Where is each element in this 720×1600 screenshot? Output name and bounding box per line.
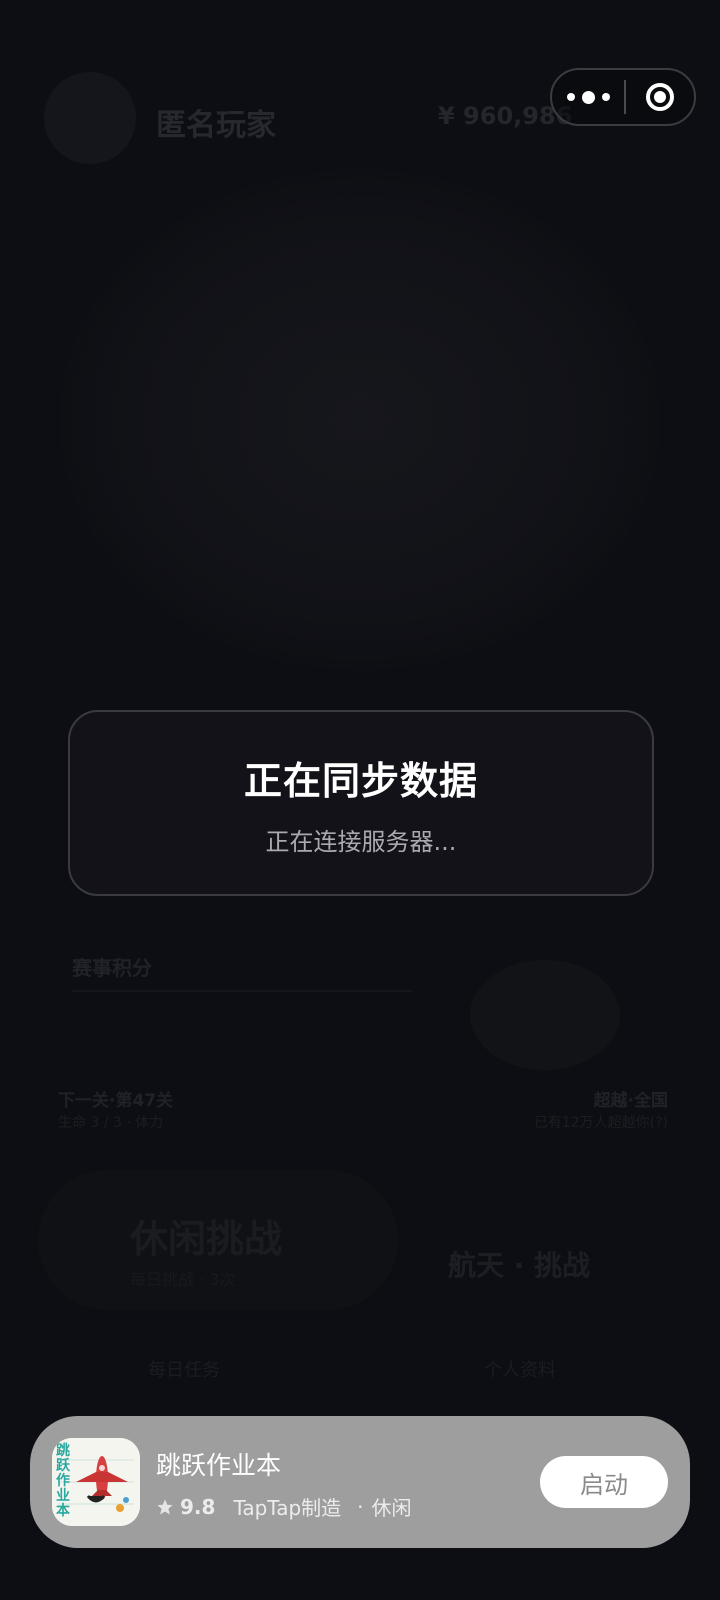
section-divider <box>72 990 412 992</box>
app-icon-text: 跳跃作业本 <box>56 1443 70 1519</box>
game-banner[interactable]: 跳跃作业本 跳跃作业本 9.8 TapTap制造 · 休闲 启动 <box>30 1416 690 1548</box>
meta-separator: · <box>357 1494 364 1519</box>
app-name: 跳跃作业本 <box>156 1451 282 1480</box>
section-title: 赛事积分 <box>72 956 152 980</box>
dialog-title: 正在同步数据 <box>243 759 478 803</box>
rank-title: 超越·全国 <box>593 1091 668 1111</box>
tab-daily-tasks: 每日任务 <box>148 1360 220 1381</box>
level-subtitle: 生命 3 / 3 · 体力 <box>58 1115 164 1131</box>
player-avatar <box>44 72 136 164</box>
player-name: 匿名玩家 <box>156 108 276 143</box>
app-meta: 9.8 TapTap制造 · 休闲 <box>156 1492 412 1521</box>
star-icon <box>157 1499 173 1514</box>
challenge-card-title: 休闲挑战 <box>130 1217 283 1261</box>
rank-subtitle: 已有12万人超越你(?) <box>533 1115 668 1131</box>
more-button[interactable] <box>552 70 624 124</box>
app-rating: 9.8 <box>180 1494 216 1519</box>
dialog-message: 正在连接服务器... <box>265 828 457 856</box>
decorative-blob <box>470 960 620 1070</box>
close-circle-icon <box>646 83 674 111</box>
more-dots-icon-right <box>601 93 610 101</box>
app-icon: 跳跃作业本 <box>52 1438 140 1526</box>
close-button[interactable] <box>626 70 694 124</box>
app-maker: TapTap制造 <box>233 1496 342 1520</box>
app-genre: 休闲 <box>371 1496 412 1520</box>
hero-illustration <box>60 170 660 670</box>
space-challenge-label: 航天 · 挑战 <box>448 1249 591 1282</box>
level-title: 下一关·第47关 <box>58 1091 174 1111</box>
sync-dialog: 正在同步数据 正在连接服务器... <box>68 710 654 896</box>
game-screen: 匿名玩家 ¥ 960,986 赛事积分 下一关·第47关 生命 3 / 3 · … <box>0 0 720 1600</box>
challenge-card-subtitle: 每日挑战 · 3次 <box>130 1270 236 1289</box>
mini-program-capsule <box>550 68 696 126</box>
more-dots-icon <box>566 93 575 101</box>
launch-button[interactable]: 启动 <box>540 1456 668 1508</box>
tab-profile: 个人资料 <box>484 1360 556 1381</box>
more-dots-icon-center <box>581 90 595 104</box>
